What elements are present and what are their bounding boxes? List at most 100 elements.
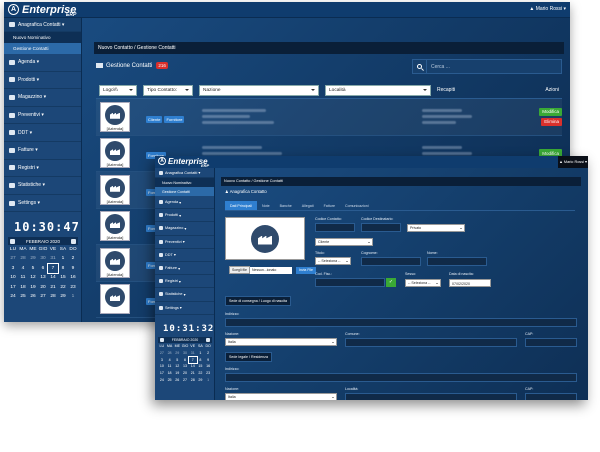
next-month-button[interactable]: [206, 338, 210, 342]
comune-input[interactable]: [345, 338, 517, 347]
calendar-day[interactable]: 13: [181, 363, 189, 370]
calendar-day[interactable]: 9: [68, 264, 78, 273]
calendar-day[interactable]: 5: [28, 264, 38, 273]
calendar-day[interactable]: 8: [197, 357, 205, 364]
sidebar-item-preventivi[interactable]: Preventivi ▾: [155, 236, 214, 249]
sidebar-item-statistiche[interactable]: Statistiche ▾: [4, 177, 81, 195]
nazione-legale-select[interactable]: Italia: [225, 393, 337, 400]
verify-codfisc-button[interactable]: ✓: [386, 278, 396, 287]
indirizzo-input[interactable]: [225, 318, 577, 327]
calendar-day[interactable]: 25: [18, 292, 28, 301]
calendar-day[interactable]: 29: [28, 254, 38, 263]
calendar-day[interactable]: 27: [38, 292, 48, 301]
app-logo[interactable]: A Enterprise ERP: [158, 157, 209, 168]
calendar-day[interactable]: 27: [158, 350, 166, 357]
calendar-day[interactable]: 23: [68, 283, 78, 292]
calendar-day[interactable]: 29: [197, 377, 205, 384]
sidebar-item-magazzino[interactable]: Magazzino ▾: [155, 222, 214, 236]
calendar-day[interactable]: 19: [28, 283, 38, 292]
calendar-day[interactable]: 26: [28, 292, 38, 301]
titolo-select[interactable]: -- Seleziona --: [315, 257, 351, 265]
sidebar-item-settings[interactable]: Settings ▾: [155, 302, 214, 315]
calendar-day[interactable]: 4: [18, 264, 28, 273]
search-input[interactable]: Cerca ...: [431, 64, 450, 70]
calendar-day[interactable]: 29: [58, 292, 68, 301]
user-menu[interactable]: ▲ Mario Rossi ▾: [558, 156, 588, 168]
sidebar-item-prodotti[interactable]: Prodotti ▾: [4, 72, 81, 90]
sidebar-subitem-gestione[interactable]: Gestione Contatti: [4, 43, 81, 54]
tab-note[interactable]: Note: [257, 201, 275, 210]
calendar-day[interactable]: 28: [189, 377, 197, 384]
sidebar-item-statistiche[interactable]: Statistiche ▾: [155, 288, 214, 302]
sidebar-item-registri[interactable]: Registri ▾: [4, 160, 81, 178]
app-logo[interactable]: A Enterprise ERP: [8, 4, 76, 18]
tab-banche[interactable]: Banche: [275, 201, 297, 210]
sidebar-item-ddt[interactable]: DDT ▾: [155, 249, 214, 262]
calendar-day[interactable]: 16: [204, 363, 212, 370]
codice-contatto-input[interactable]: [315, 223, 355, 232]
calendar-day[interactable]: 24: [8, 292, 18, 301]
calendar-day[interactable]: 15: [58, 273, 68, 282]
calendar-day[interactable]: 19: [173, 370, 181, 377]
calendar-day[interactable]: 18: [166, 370, 174, 377]
tab-fatture[interactable]: Fatture: [319, 201, 340, 210]
edit-button[interactable]: Modifica: [539, 107, 562, 116]
sidebar-item-settings[interactable]: Settings ▾: [4, 195, 81, 213]
calendar-day[interactable]: 29: [173, 350, 181, 357]
search-button[interactable]: [413, 60, 427, 73]
calendar-day[interactable]: 1: [68, 292, 78, 301]
nazione-select[interactable]: Italia: [225, 338, 337, 346]
calendar-day[interactable]: 22: [197, 370, 205, 377]
sidebar-item-fatture[interactable]: Fatture ▾: [155, 262, 214, 276]
cap-legale-input[interactable]: [525, 393, 577, 400]
calendar-day[interactable]: 12: [28, 273, 38, 282]
calendar-day[interactable]: 5: [173, 357, 181, 364]
calendar-day[interactable]: 1: [197, 350, 205, 357]
calendar-day[interactable]: 12: [173, 363, 181, 370]
calendar-day[interactable]: 10: [8, 273, 18, 282]
calendar-day[interactable]: 31: [48, 254, 58, 263]
calendar-day[interactable]: 15: [197, 363, 205, 370]
tipo-cliente-select[interactable]: Cliente: [315, 238, 373, 246]
cap-input[interactable]: [525, 338, 577, 347]
calendar-today[interactable]: 7: [47, 262, 59, 275]
calendar-day[interactable]: 16: [68, 273, 78, 282]
sidebar-item-ddt[interactable]: DDT ▾: [4, 124, 81, 142]
table-row[interactable]: [Azienda] Cliente Fornitore Modifica Elimina: [96, 99, 562, 136]
calendar-day[interactable]: 27: [8, 254, 18, 263]
user-menu[interactable]: ▲ Mario Rossi ▾: [529, 6, 566, 12]
calendar-day[interactable]: 6: [38, 264, 48, 273]
calendar-day[interactable]: 14: [189, 363, 197, 370]
cod-fisc-input[interactable]: [315, 278, 385, 287]
localita-input[interactable]: [345, 393, 517, 400]
delete-button[interactable]: Elimina: [541, 117, 562, 126]
calendar-day[interactable]: 6: [181, 357, 189, 364]
section-sede-legale[interactable]: Sede legale / Residenza: [225, 352, 272, 362]
calendar-today[interactable]: 7: [187, 355, 198, 365]
calendar-day[interactable]: 2: [68, 254, 78, 263]
nome-input[interactable]: [427, 257, 487, 266]
calendar-day[interactable]: 21: [48, 283, 58, 292]
sidebar-item-magazzino[interactable]: Magazzino ▾: [4, 89, 81, 107]
calendar-day[interactable]: 17: [158, 370, 166, 377]
next-month-button[interactable]: [71, 238, 76, 244]
cognome-input[interactable]: [361, 257, 421, 266]
sidebar-subitem-gestione[interactable]: Gestione Contatti: [155, 187, 214, 196]
calendar-day[interactable]: 18: [18, 283, 28, 292]
prev-month-button[interactable]: [10, 238, 15, 244]
calendar-day[interactable]: 4: [166, 357, 174, 364]
calendar-day[interactable]: 20: [181, 370, 189, 377]
calendar-day[interactable]: 28: [18, 254, 28, 263]
calendar-day[interactable]: 13: [38, 273, 48, 282]
sidebar-subitem-nuovo[interactable]: Nuovo Nominativo: [155, 178, 214, 187]
codice-destinatario-input[interactable]: [361, 223, 401, 232]
calendar-day[interactable]: 28: [48, 292, 58, 301]
calendar-day[interactable]: 8: [58, 264, 68, 273]
calendar-day[interactable]: 20: [38, 283, 48, 292]
calendar-day[interactable]: 17: [8, 283, 18, 292]
choose-file-button[interactable]: Scegli file: [229, 266, 250, 274]
filter-logo[interactable]: Logo\\\: [99, 84, 137, 96]
calendar-day[interactable]: 1: [204, 377, 212, 384]
calendar-day[interactable]: 25: [166, 377, 174, 384]
sidebar-subitem-nuovo[interactable]: Nuovo Nominativo: [4, 32, 81, 43]
